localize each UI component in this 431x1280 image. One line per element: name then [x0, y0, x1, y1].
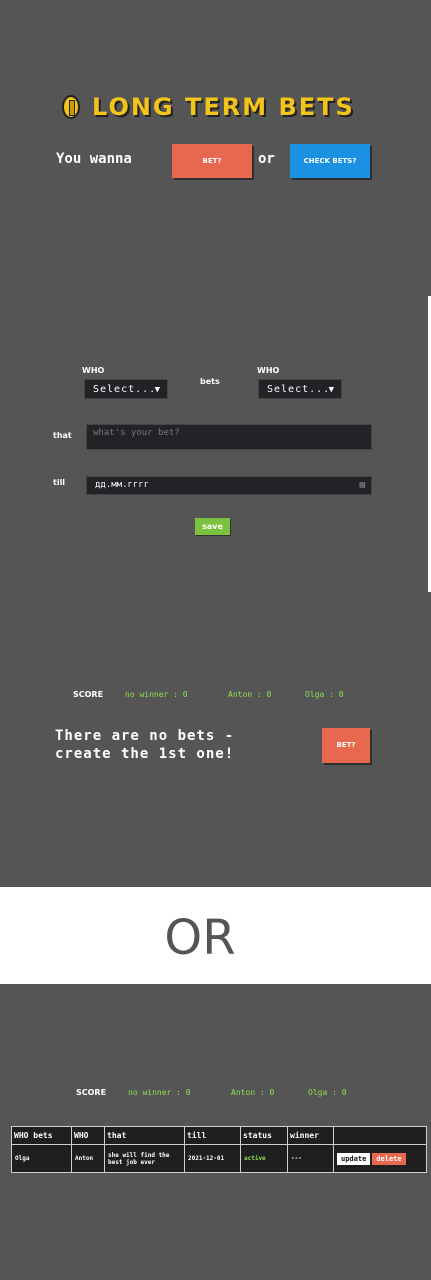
score-no-winner-2: no winner : 0: [128, 1088, 191, 1097]
bets-label: bets: [200, 377, 220, 386]
cell-who-bets: Olga: [11, 1144, 72, 1173]
score-anton-2: Anton : 0: [231, 1088, 275, 1097]
empty-state-bet-button[interactable]: BET?: [322, 728, 370, 763]
header-that: that: [104, 1126, 185, 1145]
or-divider: OR: [164, 910, 236, 966]
score-label: SCORE: [73, 690, 104, 699]
header-winner: winner: [287, 1126, 334, 1145]
table-row: Olga Anton she will find the best job ev…: [11, 1144, 427, 1173]
cell-till: 2021-12-01: [184, 1144, 241, 1173]
who-select-1[interactable]: Select... ▼: [84, 379, 168, 399]
empty-state-message: There are no bets - create the 1st one!: [55, 727, 234, 763]
that-label: that: [53, 431, 72, 440]
calendar-icon: ▤: [359, 480, 365, 490]
table-header-row: WHO bets WHO that till status winner: [11, 1126, 427, 1145]
score-no-winner: no winner : 0: [125, 690, 188, 699]
cell-actions: update delete: [333, 1144, 427, 1173]
empty-state-line-1: There are no bets -: [55, 728, 235, 744]
cell-that: she will find the best job ever: [104, 1144, 185, 1173]
bets-table: WHO bets WHO that till status winner Olg…: [11, 1126, 427, 1173]
score-anton: Anton : 0: [228, 690, 272, 699]
triangle-down-icon: ▼: [154, 385, 161, 395]
who-label-2: WHO: [257, 366, 280, 375]
header-who: WHO: [71, 1126, 105, 1145]
who-label-1: WHO: [82, 366, 105, 375]
header-status: status: [240, 1126, 288, 1145]
bet-button[interactable]: BET?: [172, 144, 252, 178]
save-button[interactable]: save: [195, 518, 230, 535]
cell-who: Anton: [71, 1144, 105, 1173]
intro-text: You wanna: [56, 151, 132, 167]
that-input[interactable]: what's your bet?: [86, 424, 372, 450]
till-date-value: дд.мм.гггг: [95, 480, 150, 490]
app-title: LONG TERM BETS: [92, 93, 355, 121]
header-actions: [333, 1126, 427, 1145]
header-till: till: [184, 1126, 241, 1145]
triangle-down-icon: ▼: [328, 385, 335, 395]
that-placeholder: what's your bet?: [93, 428, 180, 438]
empty-state-line-2: create the 1st one!: [55, 746, 235, 762]
check-bets-button[interactable]: CHECK BETS?: [290, 144, 370, 178]
score-label-2: SCORE: [76, 1088, 107, 1097]
till-date-input[interactable]: дд.мм.гггг ▤: [86, 476, 372, 495]
coin-icon: [62, 95, 80, 119]
header-who-bets: WHO bets: [11, 1126, 72, 1145]
score-olga: Olga : 0: [305, 690, 344, 699]
cell-winner: ---: [287, 1144, 334, 1173]
cell-status: active: [240, 1144, 288, 1173]
update-button[interactable]: update: [337, 1152, 371, 1165]
delete-button[interactable]: delete: [372, 1152, 406, 1165]
who-select-1-value: Select...: [93, 384, 157, 395]
or-text: or: [258, 151, 275, 167]
who-select-2-value: Select...: [267, 384, 331, 395]
till-label: till: [53, 478, 66, 487]
score-olga-2: Olga : 0: [308, 1088, 347, 1097]
who-select-2[interactable]: Select... ▼: [258, 379, 342, 399]
